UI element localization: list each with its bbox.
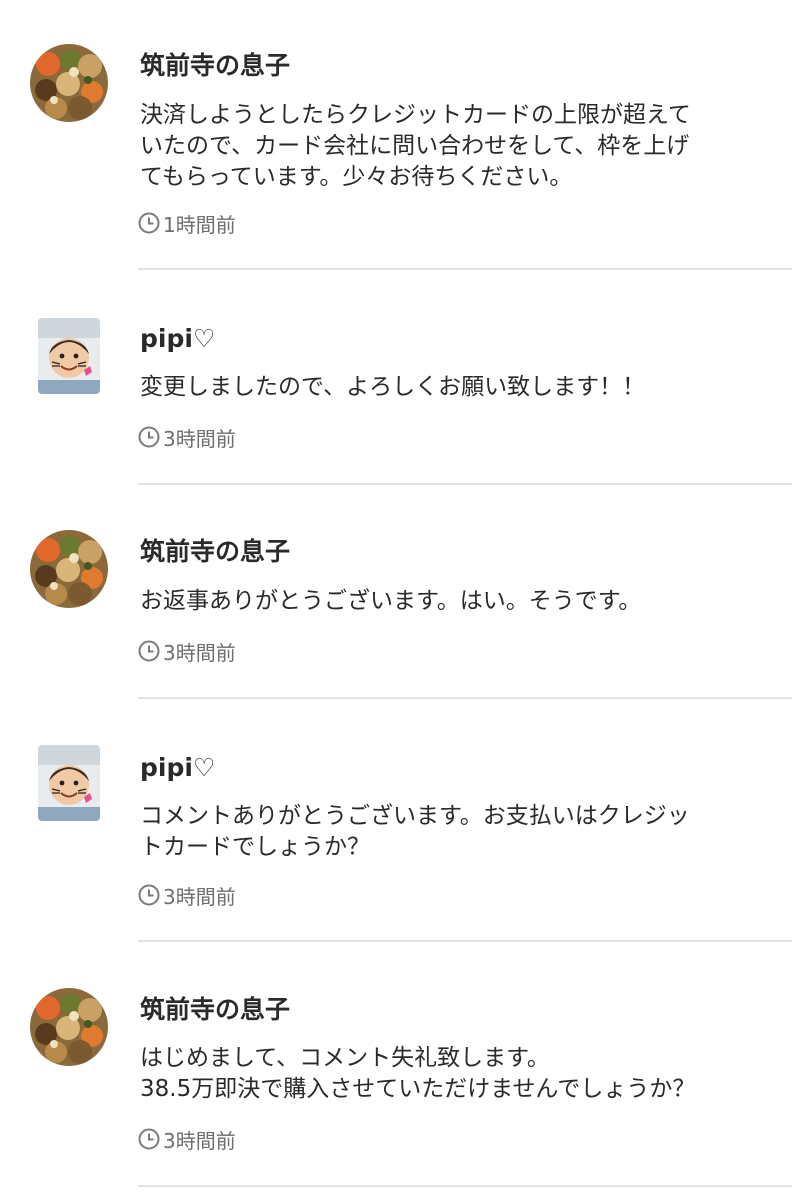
comment-timestamp: 3時間前 <box>138 882 236 909</box>
comment-text-line: トカードでしょうか？ <box>140 834 370 860</box>
child-avatar[interactable] <box>38 318 100 394</box>
comment-text-line: コメントありがとうございます。お支払いはクレジッ <box>140 803 690 829</box>
clock-icon <box>138 1128 160 1150</box>
clock-icon <box>138 426 160 448</box>
comment-divider <box>138 1185 792 1187</box>
comment-text-line: お返事ありがとうございます。はい。そうです。 <box>140 588 642 614</box>
comment-timestamp: 3時間前 <box>138 638 236 665</box>
comment-username[interactable]: 筑前寺の息子 <box>140 536 290 568</box>
comment-text-line: 38.5万即決で購入させていただけませんでしょうか？ <box>140 1076 696 1102</box>
comment-text-line: 変更しましたので、よろしくお願い致します！！ <box>140 374 646 400</box>
food-avatar[interactable] <box>30 44 108 122</box>
timestamp-label: 3時間前 <box>163 426 236 451</box>
comment-text: はじめまして、コメント失礼致します。 38.5万即決で購入させていただけませんで… <box>140 1043 760 1105</box>
comment-divider <box>138 268 792 270</box>
food-avatar[interactable] <box>30 530 108 608</box>
food-avatar[interactable] <box>30 988 108 1066</box>
comment-divider <box>138 697 792 699</box>
timestamp-label: 3時間前 <box>163 1128 236 1153</box>
comment-username[interactable]: pipi♡ <box>140 752 215 784</box>
timestamp-label: 3時間前 <box>163 884 236 909</box>
comment-text-line: はじめまして、コメント失礼致します。 <box>140 1045 550 1071</box>
comment-text-line: いたので、カード会社に問い合わせをして、枠を上げ <box>140 133 690 159</box>
comment-divider <box>138 940 792 942</box>
timestamp-label: 1時間前 <box>163 212 236 237</box>
comment-username[interactable]: 筑前寺の息子 <box>140 50 290 82</box>
child-avatar[interactable] <box>38 745 100 821</box>
comment-timestamp: 1時間前 <box>138 210 236 237</box>
comment-text: 変更しましたので、よろしくお願い致します！！ <box>140 372 760 403</box>
comment-text: コメントありがとうございます。お支払いはクレジッ トカードでしょうか？ <box>140 801 760 863</box>
clock-icon <box>138 640 160 662</box>
comment-text-line: てもらっています。少々お待ちください。 <box>140 164 573 190</box>
clock-icon <box>138 212 160 234</box>
comment-timestamp: 3時間前 <box>138 1126 236 1153</box>
comment-timestamp: 3時間前 <box>138 424 236 451</box>
comment-username[interactable]: pipi♡ <box>140 323 215 355</box>
comment-text: 決済しようとしたらクレジットカードの上限が超えて いたので、カード会社に問い合わ… <box>140 100 760 193</box>
comment-text-line: 決済しようとしたらクレジットカードの上限が超えて <box>140 102 691 128</box>
timestamp-label: 3時間前 <box>163 640 236 665</box>
comment-username[interactable]: 筑前寺の息子 <box>140 994 290 1026</box>
clock-icon <box>138 884 160 906</box>
comment-divider <box>138 483 792 485</box>
comment-text: お返事ありがとうございます。はい。そうです。 <box>140 586 760 617</box>
